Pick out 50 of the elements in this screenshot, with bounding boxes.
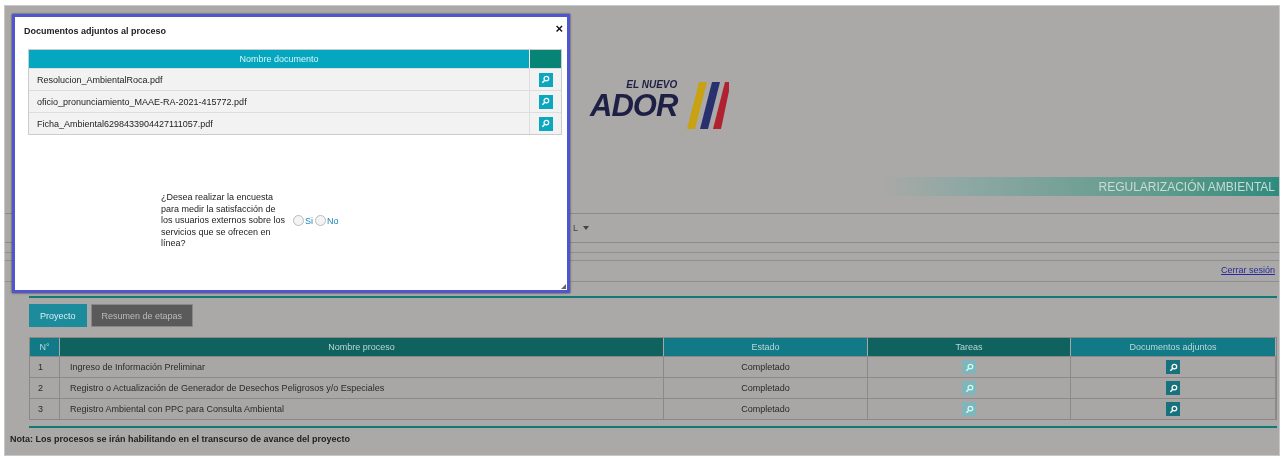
search-icon (964, 383, 974, 393)
logout-link[interactable]: Cerrar sesión (1220, 265, 1275, 275)
search-icon (541, 119, 550, 128)
view-document-button[interactable] (538, 116, 553, 131)
close-button[interactable]: × (555, 22, 563, 35)
dialog-title: Documentos adjuntos al proceso (24, 26, 167, 36)
view-documents-button[interactable] (1166, 360, 1180, 374)
table-cell: Registro o Actualización de Generador de Desechos Peligrosos y/o Especiales (60, 377, 664, 398)
view-document-button[interactable] (538, 94, 553, 109)
column-header: Tareas (868, 338, 1071, 356)
table-cell: 3 (30, 398, 60, 419)
column-header: Nombre proceso (60, 338, 664, 356)
view-documents-button[interactable] (1166, 402, 1180, 416)
view-tasks-button[interactable] (962, 360, 976, 374)
table-cell: Completado (664, 356, 868, 377)
document-name: oficio_pronunciamiento_MAAE-RA-2021-415772.pdf (36, 95, 248, 109)
search-icon (1168, 362, 1178, 372)
view-tasks-button[interactable] (962, 381, 976, 395)
table-cell: 2 (30, 377, 60, 398)
view-tasks-button[interactable] (962, 402, 976, 416)
radio-option[interactable]: No (315, 215, 339, 227)
column-header: N° (30, 338, 60, 356)
column-header: Nombre documento (29, 50, 529, 68)
search-icon (964, 404, 974, 414)
table-cell: Completado (664, 398, 868, 419)
search-icon (1168, 404, 1178, 414)
search-icon (1168, 383, 1178, 393)
column-header: Estado (664, 338, 868, 356)
logo-tagline: EL NUEVO (626, 79, 678, 91)
column-header: Documentos adjuntos (1071, 338, 1276, 356)
table-cell: Completado (664, 377, 868, 398)
survey-question: ¿Desea realizar la encuesta para medir la satisfacción de los usuarios externos sobre los servicios que se ofrecen en línea? (161, 192, 287, 250)
search-icon (541, 75, 550, 84)
note-text: Nota: Los procesos se irán habilitando en el transcurso de avance del proyecto (10, 434, 352, 444)
resize-grip-icon[interactable] (561, 284, 566, 289)
menu-item[interactable]: L (573, 223, 589, 233)
tab[interactable]: Proyecto (29, 304, 87, 327)
search-icon (964, 362, 974, 372)
table-cell: 1 (30, 356, 60, 377)
caret-icon (583, 226, 589, 230)
logo-text: ADOR (590, 91, 678, 121)
tab[interactable]: Resumen de etapas (90, 304, 194, 327)
search-icon (541, 97, 550, 106)
document-name: Ficha_Ambiental6298433904427111057.pdf (36, 117, 214, 131)
column-header (529, 50, 561, 68)
table-cell: Registro Ambiental con PPC para Consulta Ambiental (60, 398, 664, 419)
view-documents-button[interactable] (1166, 381, 1180, 395)
view-document-button[interactable] (538, 72, 553, 87)
table-cell: Ingreso de Información Preliminar (60, 356, 664, 377)
document-name: Resolucion_AmbientalRoca.pdf (36, 73, 164, 87)
